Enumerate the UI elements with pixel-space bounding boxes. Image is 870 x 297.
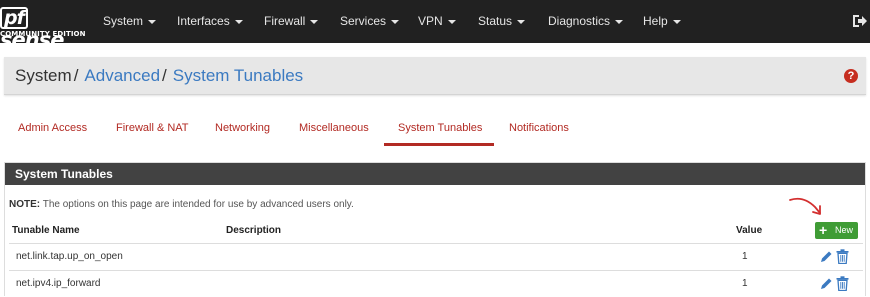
advanced-users-note: NOTE: The options on this page are inten… (9, 199, 354, 210)
note-label: NOTE: (9, 199, 41, 210)
tab-system-tunables[interactable]: System Tunables (398, 122, 482, 152)
tab-networking[interactable]: Networking (215, 122, 270, 152)
sign-out-icon[interactable] (852, 14, 868, 28)
system-tunables-panel: System Tunables NOTE: The options on thi… (4, 162, 866, 296)
breadcrumb-advanced-link[interactable]: Advanced (84, 66, 160, 85)
column-header-tunable-name[interactable]: Tunable Name (12, 225, 80, 236)
panel-title: System Tunables (15, 167, 113, 181)
tab-firewall-nat[interactable]: Firewall & NAT (116, 122, 189, 152)
breadcrumb-bar: System / Advanced / System Tunables ? (4, 57, 866, 95)
nav-menu-status[interactable]: Status (478, 0, 526, 43)
pencil-icon[interactable] (820, 277, 833, 290)
nav-menu-services[interactable]: Services (340, 0, 400, 43)
caret-down-icon (672, 19, 681, 24)
caret-down-icon (234, 19, 243, 24)
tunable-name-cell: net.ipv4.ip_forward (16, 278, 101, 289)
note-text: The options on this page are intended fo… (40, 199, 354, 210)
logo-edition-label: COMMUNITY EDITION (0, 30, 86, 38)
caret-down-icon (615, 19, 624, 24)
caret-down-icon (517, 19, 526, 24)
new-tunable-button[interactable]: + New (815, 222, 858, 239)
trash-icon[interactable] (836, 276, 849, 291)
help-question-icon[interactable]: ? (844, 69, 858, 83)
caret-down-icon (310, 19, 319, 24)
table-row: net.ipv4.ip_forward 1 (9, 271, 863, 297)
breadcrumb-current-link[interactable]: System Tunables (173, 66, 303, 85)
tunable-value-cell: 1 (742, 251, 748, 262)
pencil-icon[interactable] (820, 250, 833, 263)
panel-header: System Tunables (5, 163, 865, 185)
tab-notifications[interactable]: Notifications (509, 122, 569, 152)
pfsense-logo[interactable]: pfsense COMMUNITY EDITION (0, 4, 85, 51)
caret-down-icon (148, 19, 157, 24)
tunable-name-cell: net.link.tap.up_on_open (16, 251, 123, 262)
nav-menu-help[interactable]: Help (643, 0, 681, 43)
top-navbar: pfsense COMMUNITY EDITION System Interfa… (0, 0, 870, 51)
nav-menu-system[interactable]: System (103, 0, 157, 43)
nav-menu-interfaces[interactable]: Interfaces (177, 0, 243, 43)
column-header-description[interactable]: Description (226, 225, 281, 236)
trash-icon[interactable] (836, 249, 849, 264)
caret-down-icon (391, 19, 400, 24)
table-row: net.link.tap.up_on_open 1 (9, 244, 863, 270)
nav-menu-firewall[interactable]: Firewall (264, 0, 319, 43)
nav-menu-diagnostics[interactable]: Diagnostics (548, 0, 624, 43)
tab-admin-access[interactable]: Admin Access (18, 122, 87, 152)
active-tab-indicator (384, 143, 494, 146)
annotation-arrow-icon (789, 197, 821, 215)
plus-icon: + (819, 222, 828, 238)
logo-wordmark: pfsense (0, 7, 64, 52)
column-header-value[interactable]: Value (736, 225, 762, 236)
caret-down-icon (447, 19, 456, 24)
breadcrumb-root: System (15, 66, 72, 85)
breadcrumb-separator: / (162, 66, 167, 85)
breadcrumb-separator: / (73, 66, 79, 85)
nav-menu-vpn[interactable]: VPN (418, 0, 456, 43)
tab-miscellaneous[interactable]: Miscellaneous (299, 122, 369, 152)
new-button-label: New (835, 225, 854, 235)
breadcrumb: System / Advanced / System Tunables (15, 57, 303, 95)
tunable-value-cell: 1 (742, 278, 748, 289)
